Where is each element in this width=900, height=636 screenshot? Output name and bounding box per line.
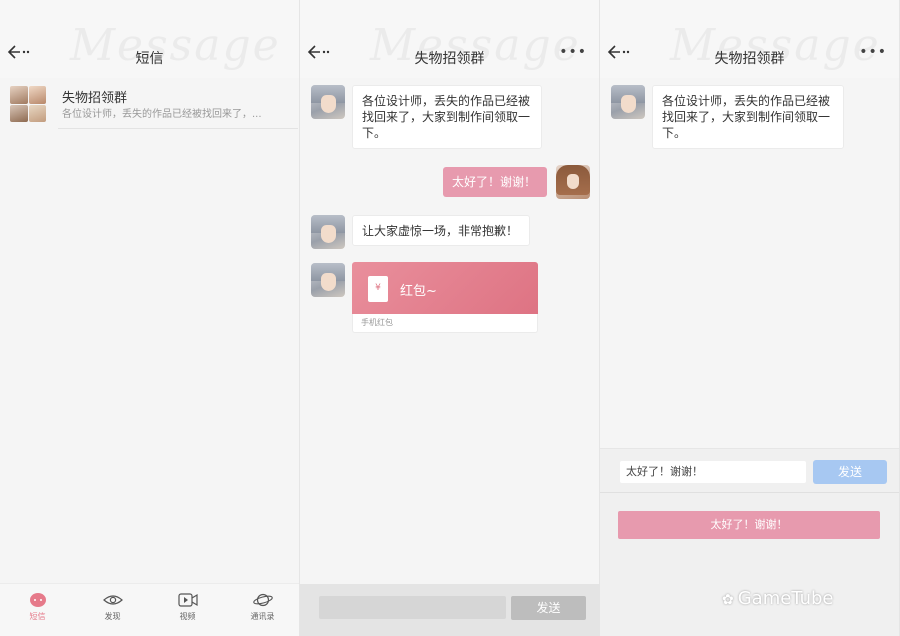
eye-icon — [102, 595, 123, 605]
brand-watermark: ✿ GameTube — [722, 588, 834, 609]
screens-container: Message 短信 失物招领群 各位设计师，丢失的作品已经被找回来了，... … — [0, 0, 900, 636]
input-bar: 发送 — [300, 584, 600, 636]
group-avatar — [10, 86, 46, 122]
tab-label: 视频 — [179, 612, 196, 621]
topbar: Message 短信 — [0, 0, 299, 78]
video-icon — [177, 593, 198, 607]
message-bubble: 各位设计师，丢失的作品已经被找回来了，大家到制作间领取一下。 — [352, 85, 542, 149]
red-packet-card[interactable]: ¥ 红包~ 手机红包 — [352, 262, 538, 333]
tab-messages[interactable]: 短信 — [8, 584, 68, 636]
avatar[interactable] — [311, 85, 345, 119]
planet-icon — [252, 593, 273, 607]
currency-symbol: ¥ — [375, 283, 381, 293]
message-bubble: 让大家虚惊一场，非常抱歉！ — [352, 215, 530, 246]
message-input[interactable]: 太好了！谢谢！ — [620, 461, 806, 483]
wechat-icon: ✿ — [722, 592, 734, 608]
topbar: Message 失物招领群 ••• — [300, 0, 599, 78]
message-bubble: 各位设计师，丢失的作品已经被找回来了，大家到制作间领取一下。 — [652, 85, 844, 149]
send-button[interactable]: 发送 — [511, 596, 586, 620]
red-packet-icon: ¥ — [368, 276, 388, 302]
message-icon — [29, 593, 46, 607]
more-icon[interactable]: ••• — [559, 44, 587, 60]
page-title: 短信 — [135, 51, 164, 67]
more-icon[interactable]: ••• — [859, 44, 887, 60]
bottom-tabbar: 短信 发现 视频 通讯录 — [0, 583, 299, 636]
avatar[interactable] — [311, 215, 345, 249]
page-title: 失物招领群 — [414, 51, 485, 67]
page-title: 失物招领群 — [714, 51, 785, 67]
message-list-screen: Message 短信 失物招领群 各位设计师，丢失的作品已经被找回来了，... … — [0, 0, 300, 636]
avatar[interactable] — [611, 85, 645, 119]
tab-label: 通讯录 — [250, 612, 275, 621]
red-packet-footer: 手机红包 — [352, 314, 538, 333]
avatar[interactable] — [311, 263, 345, 297]
topbar: Message 失物招领群 ••• — [600, 0, 899, 78]
tab-contacts[interactable]: 通讯录 — [233, 584, 293, 636]
send-button[interactable]: 发送 — [813, 460, 887, 484]
tab-discover[interactable]: 发现 — [83, 584, 143, 636]
divider — [600, 492, 899, 493]
tab-label: 发现 — [104, 612, 121, 621]
reply-option-button[interactable]: 太好了！谢谢！ — [618, 511, 880, 539]
conversation-preview: 各位设计师，丢失的作品已经被找回来了，... — [62, 109, 262, 120]
brand-text: GameTube — [737, 588, 834, 609]
conversation-name: 失物招领群 — [62, 91, 128, 106]
tab-label: 短信 — [29, 612, 46, 621]
red-packet-title: 红包~ — [400, 284, 437, 299]
tab-video[interactable]: 视频 — [158, 584, 218, 636]
message-input[interactable] — [319, 596, 506, 619]
message-bubble-self: 太好了！谢谢！ — [443, 167, 547, 197]
avatar-self[interactable] — [556, 165, 590, 199]
divider — [58, 128, 298, 129]
red-packet-top: ¥ 红包~ — [352, 262, 538, 314]
